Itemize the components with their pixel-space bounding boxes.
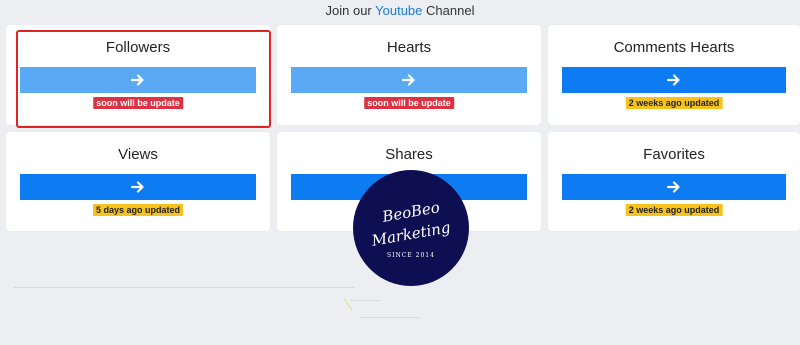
- favorites-go-button[interactable]: [562, 174, 786, 200]
- card-title: Views: [118, 146, 158, 163]
- views-go-button[interactable]: [20, 174, 256, 200]
- arrow-right-icon: [131, 74, 144, 86]
- card-followers: Followers soon will be update: [6, 25, 270, 125]
- header-suffix: Channel: [426, 3, 475, 18]
- status-badge: soon will be update: [93, 97, 183, 109]
- status-badge: 2 weeks ago updated: [625, 204, 723, 216]
- header-prefix: Join our: [325, 3, 372, 18]
- card-title: Followers: [105, 39, 171, 56]
- youtube-link[interactable]: Youtube: [375, 3, 422, 18]
- arrow-right-icon: [131, 181, 144, 193]
- followers-go-button[interactable]: [20, 67, 256, 93]
- divider: [360, 317, 420, 318]
- card-title: Hearts: [386, 39, 432, 56]
- card-favorites: Favorites 2 weeks ago updated: [548, 132, 800, 231]
- card-title: Shares: [385, 146, 433, 163]
- arrow-right-icon: [402, 74, 415, 86]
- status-badge: soon will be update: [364, 97, 454, 109]
- comments-hearts-go-button[interactable]: [562, 67, 786, 93]
- beobeo-marketing-logo: BeoBeo Marketing SINCE 2014: [353, 170, 469, 286]
- arrow-right-icon: [667, 181, 680, 193]
- hearts-go-button[interactable]: [291, 67, 527, 93]
- card-views: Views 5 days ago updated: [6, 132, 270, 231]
- card-title: Comments Hearts: [613, 39, 735, 56]
- header: Join our Youtube Channel: [0, 3, 800, 18]
- arrow-right-icon: [667, 74, 680, 86]
- card-hearts: Hearts soon will be update: [277, 25, 541, 125]
- status-badge: 2 weeks ago updated: [625, 97, 723, 109]
- divider: [14, 287, 354, 288]
- card-comments-hearts: Comments Hearts 2 weeks ago updated: [548, 25, 800, 125]
- logo-line-3: SINCE 2014: [387, 252, 435, 259]
- status-badge: 5 days ago updated: [92, 204, 184, 216]
- divider: [350, 300, 380, 301]
- card-title: Favorites: [643, 146, 705, 163]
